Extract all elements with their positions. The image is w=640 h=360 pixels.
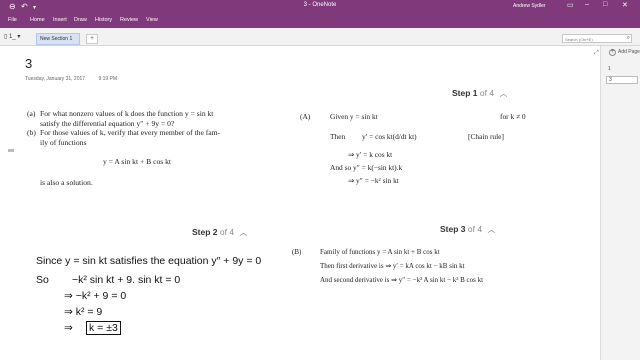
- step1-simplified: ⇒ y′ = k cos kt: [348, 150, 393, 159]
- step1-result: ⇒ y″ = −k² sin kt: [348, 176, 399, 185]
- close-icon[interactable]: ✕: [622, 1, 628, 9]
- search-placeholder: Search (Ctrl+E): [565, 37, 593, 42]
- part-b-label: (b): [27, 128, 36, 137]
- add-section-button[interactable]: +: [86, 34, 98, 44]
- step2-arrow: ⇒: [64, 322, 73, 334]
- part-b-line2: ily of functions: [40, 137, 87, 147]
- part-b-tail: is also a solution.: [40, 177, 93, 187]
- notebook-picker[interactable]: ▯ 1_ ▾: [4, 33, 20, 40]
- step1-part-label: (A): [300, 112, 311, 121]
- step1-first-derivative: y′ = cos kt(d/dt kt): [362, 132, 417, 141]
- step3-count: of 4: [467, 224, 483, 234]
- step2-count: of 4: [219, 227, 235, 237]
- page-list-item-active[interactable]: 3: [606, 76, 638, 84]
- step3-part-label: (B): [292, 248, 302, 256]
- step1-given: Given y = sin kt: [330, 112, 378, 121]
- step3-collapse-icon[interactable]: ︿: [487, 225, 495, 234]
- search-icon[interactable]: ⌕: [627, 35, 630, 42]
- tab-view[interactable]: View: [146, 17, 158, 23]
- tab-history[interactable]: History: [95, 17, 112, 23]
- notebook-name: 1_: [8, 34, 16, 40]
- page-list-item[interactable]: 1: [606, 66, 638, 74]
- step1-collapse-icon[interactable]: ︿: [499, 89, 507, 98]
- page-title[interactable]: 3: [25, 56, 32, 71]
- page-time: 9:19 PM: [98, 76, 118, 82]
- step1-chain-rule: [Chain rule]: [468, 132, 504, 141]
- page-date: Tuesday, January 31, 2017: [25, 76, 86, 82]
- part-b-line1: For those values of k, verify that every…: [40, 128, 221, 137]
- tab-insert[interactable]: Insert: [53, 17, 67, 23]
- title-bar: ⊖ ↶ ▾ 3 - OneNote Andrew Sydler ▭ – □ ✕: [0, 0, 640, 14]
- section-bar: ▯ 1_ ▾ New Section 1 + Search (Ctrl+E) ⌕: [0, 28, 640, 46]
- step3-family: Family of functions y = A sin kt + B cos…: [320, 248, 440, 256]
- step2-header: Step 2 of 4 ︿: [192, 227, 247, 238]
- add-page-label: Add Page: [618, 49, 640, 55]
- ribbon-options-icon[interactable]: ▭: [567, 1, 574, 9]
- step1-count: of 4: [479, 88, 495, 98]
- paragraph-handle[interactable]: [8, 149, 14, 152]
- expand-page-icon[interactable]: ⤢: [594, 50, 599, 57]
- search-input[interactable]: Search (Ctrl+E) ⌕: [562, 34, 632, 43]
- step1-label: Step 1: [452, 88, 478, 98]
- step2-substitution: −k² sin kt + 9. sin kt = 0: [72, 274, 181, 286]
- user-name[interactable]: Andrew Sydler: [513, 3, 546, 9]
- add-page-button[interactable]: + Add Page: [609, 49, 640, 56]
- step1-second-derivative: And so y″ = k(−sin kt).k: [330, 163, 403, 172]
- step3-second-derivative: And second derivative is ⇒ y″ = −k² A si…: [320, 276, 484, 284]
- step3-first-derivative: Then first derivative is ⇒ y′ = kA cos k…: [320, 262, 465, 270]
- tab-file[interactable]: File: [8, 17, 17, 23]
- part-a-line2: satisfy the differential equation y″ + 9…: [40, 118, 175, 128]
- tab-home[interactable]: Home: [30, 17, 45, 23]
- step3-header: Step 3 of 4 ︿: [440, 224, 495, 235]
- part-a-line1: For what nonzero values of k does the fu…: [40, 109, 214, 118]
- step1-then: Then: [330, 132, 346, 141]
- step2-k-squared: ⇒ k² = 9: [64, 306, 103, 318]
- maximize-icon[interactable]: □: [603, 1, 607, 8]
- chevron-down-icon: ▾: [15, 34, 21, 40]
- page-date-time: Tuesday, January 31, 2017 9:19 PM: [25, 76, 117, 82]
- tab-draw[interactable]: Draw: [74, 17, 87, 23]
- step2-collapse-icon[interactable]: ︿: [239, 228, 247, 237]
- part-a-label: (a): [27, 109, 36, 118]
- pages-pane: + Add Page 1 3: [600, 46, 640, 360]
- step2-simplify: ⇒ −k² + 9 = 0: [64, 290, 127, 302]
- step2-label: Step 2: [192, 227, 218, 237]
- family-equation: y = A sin kt + B cos kt: [102, 157, 172, 166]
- ribbon-tabs: File Home Insert Draw History Review Vie…: [0, 14, 640, 28]
- section-tab[interactable]: New Section 1: [36, 33, 80, 45]
- step1-condition: for k ≠ 0: [500, 112, 526, 121]
- problem-statement: (a) For what nonzero values of k does the…: [27, 109, 267, 187]
- step2-answer-box: k = ±3: [86, 321, 121, 335]
- minimize-icon[interactable]: –: [585, 1, 589, 8]
- tab-review[interactable]: Review: [120, 17, 138, 23]
- plus-icon: +: [609, 49, 616, 56]
- step2-intro: Since y = sin kt satisfies the equation …: [36, 255, 262, 267]
- step2-so: So: [36, 274, 49, 286]
- step3-label: Step 3: [440, 224, 466, 234]
- step1-header: Step 1 of 4 ︿: [452, 88, 507, 99]
